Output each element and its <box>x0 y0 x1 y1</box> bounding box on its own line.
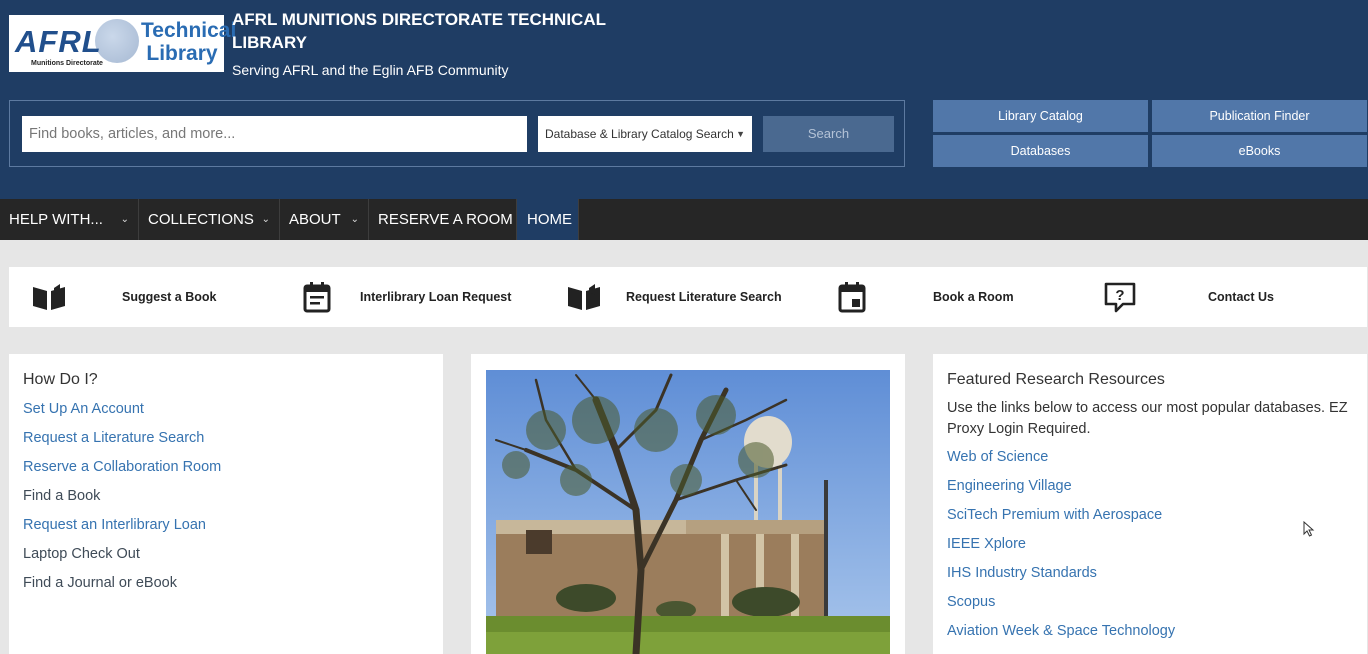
link-find-journal-ebook[interactable]: Find a Journal or eBook <box>23 575 177 591</box>
svg-text:?: ? <box>1115 287 1124 304</box>
link-find-a-book[interactable]: Find a Book <box>23 488 100 504</box>
chevron-down-icon: ⌄ <box>120 214 129 225</box>
library-catalog-button[interactable]: Library Catalog <box>933 100 1148 132</box>
link-aviation-week[interactable]: Aviation Week & Space Technology <box>947 623 1175 639</box>
open-book-icon[interactable] <box>29 267 69 327</box>
calendar-form-icon[interactable] <box>299 267 335 327</box>
logo-afrl-text: AFRL <box>15 24 102 59</box>
link-ihs-industry-standards[interactable]: IHS Industry Standards <box>947 565 1097 581</box>
calendar-icon[interactable] <box>835 267 869 327</box>
nav-collections-label: COLLECTIONS <box>148 211 254 228</box>
featured-intro: Use the links below to access our most p… <box>947 400 1348 437</box>
databases-button[interactable]: Databases <box>933 135 1148 167</box>
open-book-icon[interactable] <box>564 267 604 327</box>
link-ieee-xplore[interactable]: IEEE Xplore <box>947 536 1026 552</box>
nav-reserve-a-room[interactable]: RESERVE A ROOM <box>369 199 517 240</box>
logo-library-line2: Library <box>146 42 218 65</box>
search-button[interactable]: Search <box>763 116 894 152</box>
link-request-interlibrary-loan[interactable]: Request an Interlibrary Loan <box>23 517 206 533</box>
mouse-cursor-icon <box>1303 520 1315 542</box>
suggest-a-book-link[interactable]: Suggest a Book <box>122 267 216 327</box>
nav-about[interactable]: ABOUT ⌄ <box>280 199 369 240</box>
link-reserve-collaboration-room[interactable]: Reserve a Collaboration Room <box>23 459 221 475</box>
question-chat-icon[interactable]: ? <box>1102 267 1138 327</box>
main-navigation: HELP WITH... ⌄ COLLECTIONS ⌄ ABOUT ⌄ RES… <box>0 199 1368 240</box>
featured-resources-panel: Featured Research Resources Use the link… <box>933 354 1367 654</box>
logo-library-text: Technical Library <box>141 19 236 65</box>
library-photo-panel <box>471 354 905 654</box>
logo-library-line1: Technical <box>141 19 237 42</box>
featured-title: Featured Research Resources <box>947 371 1165 388</box>
book-a-room-link[interactable]: Book a Room <box>933 267 1014 327</box>
logo-subtitle: Munitions Directorate <box>31 60 103 67</box>
how-do-i-panel: How Do I? Set Up An Account Request a Li… <box>9 354 443 654</box>
nav-help-label: HELP WITH... <box>9 211 103 228</box>
nav-help-with[interactable]: HELP WITH... ⌄ <box>0 199 139 240</box>
nav-about-label: ABOUT <box>289 211 341 228</box>
link-scopus[interactable]: Scopus <box>947 594 995 610</box>
nav-home[interactable]: HOME <box>517 199 579 240</box>
link-set-up-account[interactable]: Set Up An Account <box>23 401 144 417</box>
request-literature-search-link[interactable]: Request Literature Search <box>626 267 782 327</box>
site-title: AFRL MUNITIONS DIRECTORATE TECHNICAL LIB… <box>232 10 606 52</box>
contact-us-link[interactable]: Contact Us <box>1208 267 1274 327</box>
link-scitech-premium[interactable]: SciTech Premium with Aerospace <box>947 507 1162 523</box>
site-subtitle: Serving AFRL and the Eglin AFB Community <box>232 62 509 78</box>
quick-links-bar: Suggest a Book Interlibrary Loan Request… <box>9 267 1367 327</box>
nav-collections[interactable]: COLLECTIONS ⌄ <box>139 199 280 240</box>
chevron-down-icon: ⌄ <box>261 214 270 225</box>
search-panel: Database & Library Catalog Search ▼ Sear… <box>9 100 905 167</box>
ebooks-button[interactable]: eBooks <box>1152 135 1367 167</box>
link-engineering-village[interactable]: Engineering Village <box>947 478 1072 494</box>
link-laptop-check-out[interactable]: Laptop Check Out <box>23 546 140 562</box>
publication-finder-button[interactable]: Publication Finder <box>1152 100 1367 132</box>
afrl-technical-library-logo[interactable]: AFRL Munitions Directorate Technical Lib… <box>9 15 236 72</box>
dropdown-caret-icon: ▼ <box>736 129 745 139</box>
search-scope-value: Database & Library Catalog Search <box>545 127 734 141</box>
chevron-down-icon: ⌄ <box>350 214 359 225</box>
search-scope-select[interactable]: Database & Library Catalog Search ▼ <box>538 116 752 152</box>
interlibrary-loan-request-link[interactable]: Interlibrary Loan Request <box>360 267 511 327</box>
link-request-literature-search[interactable]: Request a Literature Search <box>23 430 204 446</box>
site-header: AFRL Munitions Directorate Technical Lib… <box>0 0 1368 200</box>
search-input[interactable] <box>22 116 527 152</box>
how-do-i-title: How Do I? <box>23 371 98 388</box>
library-building-photo <box>486 370 890 654</box>
link-web-of-science[interactable]: Web of Science <box>947 449 1048 465</box>
